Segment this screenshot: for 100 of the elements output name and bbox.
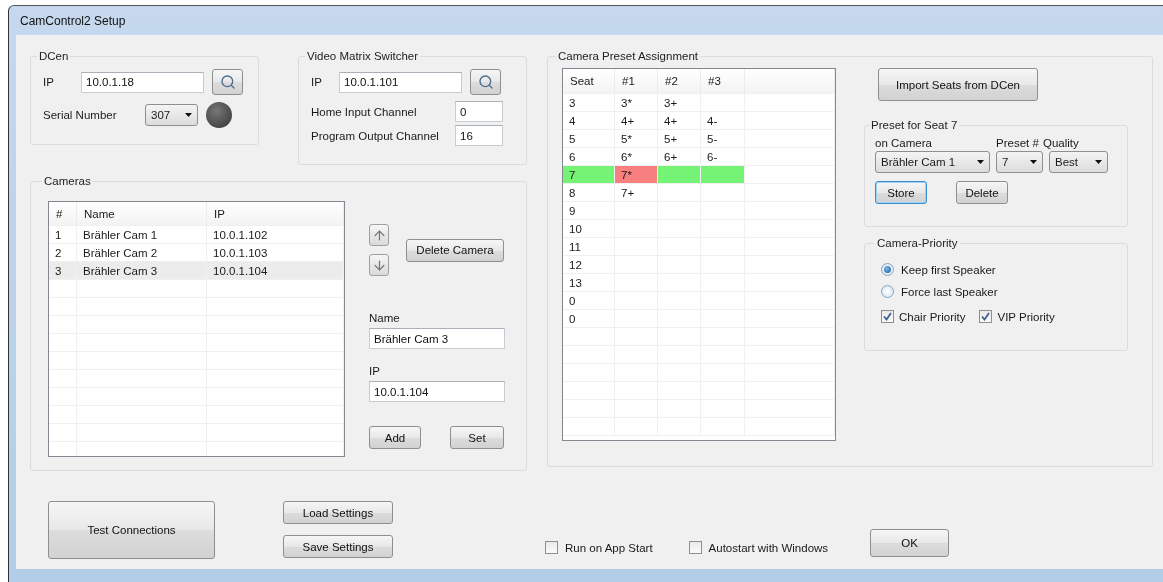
group-title: DCen (38, 50, 70, 62)
seat-row[interactable]: 5 5* 5+ 5- (563, 130, 835, 148)
column-header[interactable]: #2 (658, 69, 701, 93)
table-cell: 11 (563, 238, 615, 255)
option-label: Chair Priority (899, 310, 966, 323)
table-cell: 4- (701, 112, 745, 129)
table-cell: 10.0.1.104 (207, 262, 344, 279)
caret-icon (977, 160, 984, 164)
table-cell: 6+ (658, 148, 701, 165)
field-label: IP (311, 76, 323, 88)
ip-field[interactable]: 10.0.1.101 (339, 71, 462, 93)
channel-field[interactable]: 16 (455, 125, 503, 146)
table-cell: 1 (49, 226, 77, 243)
checkbox[interactable] (688, 541, 702, 554)
table-cell: 0 (563, 310, 615, 327)
table-cell (658, 166, 701, 183)
caret-icon (1030, 160, 1037, 164)
ip-field[interactable]: 10.0.1.104 (369, 381, 505, 402)
option-label: Run on App Start (565, 541, 653, 554)
delete-camera-button[interactable]: Delete Camera (406, 238, 504, 262)
search-button[interactable] (212, 69, 243, 95)
save-settings-button[interactable]: Save Settings (283, 535, 393, 558)
field-label: Preset # (996, 137, 1039, 149)
seat-row[interactable]: 11 (563, 238, 835, 256)
table-cell: Brähler Cam 1 (77, 226, 207, 243)
table-cell: 4 (563, 112, 615, 129)
checkbox[interactable] (881, 310, 894, 323)
quality-dropdown[interactable]: Best (1049, 151, 1108, 173)
ip-field[interactable]: 10.0.1.18 (81, 71, 204, 93)
seat-row[interactable]: 0 (563, 310, 835, 328)
ok-button[interactable]: OK (870, 529, 950, 557)
seat-row[interactable]: 12 (563, 256, 835, 274)
group-title: Preset for Seat 7 (870, 119, 959, 131)
radio-button[interactable] (881, 285, 894, 298)
column-header[interactable]: #3 (701, 69, 745, 93)
window-title: CamControl2 Setup (20, 13, 126, 28)
serial-dropdown[interactable]: 307 (145, 104, 198, 126)
table-cell: 5 (563, 130, 615, 147)
column-header[interactable]: Seat (563, 69, 615, 93)
checkbox[interactable] (979, 310, 993, 323)
camera-row[interactable]: 1 Brähler Cam 1 10.0.1.102 (49, 226, 344, 244)
name-field[interactable]: Brähler Cam 3 (369, 328, 505, 349)
table-cell: 7+ (615, 184, 658, 201)
camera-row[interactable]: 2 Brähler Cam 2 10.0.1.103 (49, 244, 344, 262)
table-cell: 10.0.1.102 (207, 226, 344, 243)
test-connections-button[interactable]: Test Connections (48, 501, 215, 559)
table-cell (701, 166, 745, 183)
table-cell: 8 (563, 184, 615, 201)
table-cell: 0 (563, 292, 615, 309)
option-label: Force last Speaker (901, 285, 998, 298)
field-label: Quality (1043, 137, 1079, 149)
option-label: Keep first Speaker (901, 263, 996, 276)
table-cell: 7* (615, 166, 658, 183)
arrow-down-icon (371, 257, 387, 273)
checkbox[interactable] (545, 541, 558, 554)
add-button[interactable]: Add (369, 426, 421, 449)
move-down-button[interactable] (369, 254, 389, 276)
caret-icon (185, 113, 192, 117)
set-button[interactable]: Set (450, 426, 504, 449)
channel-field[interactable]: 0 (455, 101, 503, 122)
option-label: Autostart with Windows (708, 541, 829, 554)
group-title: Camera-Priority (876, 237, 959, 249)
seat-row[interactable]: 3 3* 3+ (563, 94, 835, 112)
group-title: Cameras (43, 175, 92, 187)
table-cell: 12 (563, 256, 615, 273)
delete-button[interactable]: Delete (956, 181, 1008, 204)
table-cell: 3 (49, 262, 77, 279)
store-button[interactable]: Store (875, 181, 927, 204)
radio-button[interactable] (881, 263, 894, 276)
move-up-button[interactable] (369, 224, 389, 246)
seat-row[interactable]: 10 (563, 220, 835, 238)
seat-row[interactable]: 6 6* 6+ 6- (563, 148, 835, 166)
column-header[interactable]: # (49, 202, 77, 225)
field-label: Serial Number (43, 109, 118, 121)
camera-row[interactable]: 3 Brähler Cam 3 10.0.1.104 (49, 262, 344, 280)
search-button[interactable] (470, 69, 501, 95)
table-cell: 6- (701, 148, 745, 165)
table-cell: 10.0.1.103 (207, 244, 344, 261)
seat-row[interactable]: 7 7* (563, 166, 835, 184)
table-cell: 7 (563, 166, 615, 183)
option-label: VIP Priority (997, 310, 1055, 323)
table-cell: 4+ (658, 112, 701, 129)
load-settings-button[interactable]: Load Settings (283, 501, 393, 524)
camera-dropdown[interactable]: Brähler Cam 1 (875, 151, 990, 173)
import-seats-button[interactable]: Import Seats from DCen (878, 68, 1038, 101)
field-label: IP (43, 76, 55, 88)
seat-row[interactable]: 9 (563, 202, 835, 220)
seat-row[interactable]: 0 (563, 292, 835, 310)
preset-dropdown[interactable]: 7 (996, 151, 1043, 173)
table-cell: 5- (701, 130, 745, 147)
caret-icon (1095, 160, 1102, 164)
table-cell: Brähler Cam 2 (77, 244, 207, 261)
seat-row[interactable]: 4 4+ 4+ 4- (563, 112, 835, 130)
seat-row[interactable]: 8 7+ (563, 184, 835, 202)
column-header[interactable]: #1 (615, 69, 658, 93)
column-header[interactable]: Name (77, 202, 207, 225)
seat-row[interactable]: 13 (563, 274, 835, 292)
search-icon (219, 74, 236, 90)
field-label: Program Output Channel (311, 129, 440, 142)
column-header[interactable]: IP (207, 202, 344, 225)
